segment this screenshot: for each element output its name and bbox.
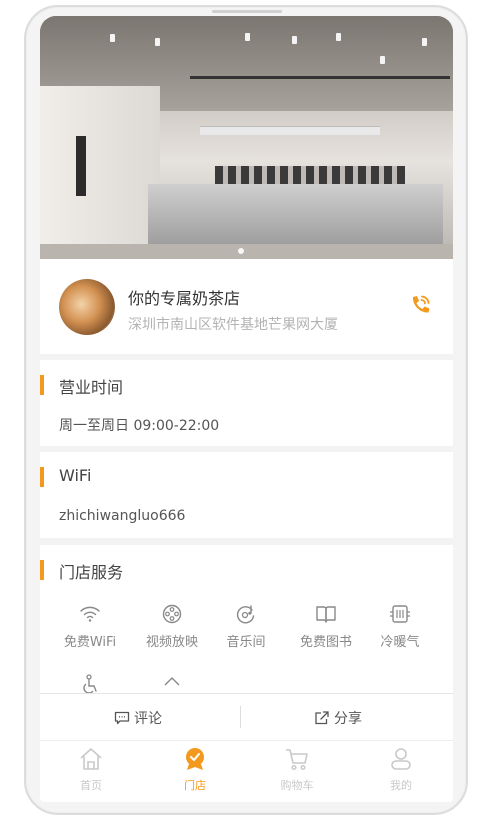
photo-shelf bbox=[200, 126, 380, 135]
tab-cart[interactable]: 购物车 bbox=[267, 747, 327, 793]
bottom-tab-bar: 首页 门店 购物车 我的 bbox=[40, 740, 453, 802]
tab-store[interactable]: 门店 bbox=[165, 747, 225, 793]
photo-lamp bbox=[155, 38, 160, 46]
photo-lamp bbox=[245, 33, 250, 41]
shop-avatar bbox=[59, 279, 115, 335]
wifi-password: zhichiwangluo666 bbox=[59, 508, 186, 524]
wifi-icon bbox=[80, 606, 100, 622]
photo-lamp bbox=[110, 34, 115, 42]
share-icon bbox=[315, 711, 329, 725]
store-photo[interactable] bbox=[40, 16, 453, 259]
service-books: 免费图书 bbox=[291, 604, 361, 650]
service-music: 音乐间 bbox=[211, 604, 281, 650]
app-screen: 你的专属奶茶店 深圳市南山区软件基地芒果网大厦 营业时间 周一至周日 09:00… bbox=[40, 16, 453, 802]
share-label: 分享 bbox=[334, 711, 362, 727]
tab-mine[interactable]: 我的 bbox=[371, 747, 431, 793]
music-disc-icon bbox=[236, 605, 255, 624]
photo-lamp bbox=[380, 56, 385, 64]
shop-card: 你的专属奶茶店 深圳市南山区软件基地芒果网大厦 bbox=[40, 259, 453, 354]
shop-name: 你的专属奶茶店 bbox=[128, 289, 241, 308]
comment-button[interactable]: 评论 bbox=[114, 708, 162, 728]
business-hours-value: 周一至周日 09:00-22:00 bbox=[59, 418, 220, 434]
wheelchair-icon bbox=[83, 674, 97, 694]
cart-icon bbox=[286, 749, 308, 771]
store-services-section: 门店服务 免费WiFi 视频放映 音乐间 免费图书 冷暖气 bbox=[40, 545, 453, 694]
tab-label: 我的 bbox=[390, 779, 412, 792]
film-reel-icon bbox=[162, 604, 182, 624]
section-title: WiFi bbox=[59, 466, 92, 485]
photo-counter bbox=[148, 184, 443, 250]
book-icon bbox=[316, 606, 336, 623]
service-video: 视频放映 bbox=[137, 604, 207, 650]
shop-address: 深圳市南山区软件基地芒果网大厦 bbox=[128, 317, 338, 333]
parking-icon bbox=[164, 677, 180, 686]
section-title: 营业时间 bbox=[59, 378, 124, 397]
tab-label: 门店 bbox=[184, 779, 206, 792]
photo-lamp bbox=[292, 36, 297, 44]
action-divider bbox=[240, 706, 241, 728]
store-badge-icon bbox=[186, 748, 204, 770]
section-accent-bar bbox=[40, 560, 44, 580]
business-hours-section: 营业时间 周一至周日 09:00-22:00 bbox=[40, 360, 453, 446]
photo-lamp bbox=[336, 33, 341, 41]
air-conditioner-icon bbox=[390, 605, 410, 623]
service-label: 免费图书 bbox=[299, 635, 352, 650]
service-label: 免费WiFi bbox=[63, 635, 117, 650]
share-button[interactable]: 分享 bbox=[314, 708, 362, 728]
section-accent-bar bbox=[40, 467, 44, 487]
tab-home[interactable]: 首页 bbox=[61, 747, 121, 793]
carousel-dot[interactable] bbox=[238, 248, 244, 254]
section-accent-bar bbox=[40, 375, 44, 395]
photo-door bbox=[76, 136, 86, 196]
section-title: 门店服务 bbox=[59, 563, 124, 582]
service-label: 冷暖气 bbox=[380, 635, 420, 650]
service-label: 音乐间 bbox=[226, 635, 266, 650]
photo-wall bbox=[40, 86, 160, 259]
user-icon bbox=[391, 748, 411, 770]
service-label: 视频放映 bbox=[145, 635, 198, 650]
wifi-section: WiFi zhichiwangluo666 bbox=[40, 452, 453, 538]
tab-label: 购物车 bbox=[280, 779, 314, 792]
photo-floor bbox=[40, 244, 453, 259]
phone-speaker bbox=[212, 10, 282, 13]
tab-label: 首页 bbox=[80, 779, 102, 792]
photo-lamp bbox=[422, 38, 427, 46]
service-free-wifi: 免费WiFi bbox=[55, 604, 125, 650]
action-bar: 评论 分享 bbox=[40, 693, 453, 741]
phone-call-icon[interactable] bbox=[407, 292, 433, 318]
photo-rail bbox=[190, 76, 450, 79]
comment-label: 评论 bbox=[134, 711, 162, 727]
home-icon bbox=[80, 748, 102, 770]
comment-icon bbox=[114, 711, 130, 725]
service-accessible bbox=[55, 674, 125, 694]
service-parking bbox=[137, 674, 207, 694]
service-ac: 冷暖气 bbox=[365, 604, 435, 650]
